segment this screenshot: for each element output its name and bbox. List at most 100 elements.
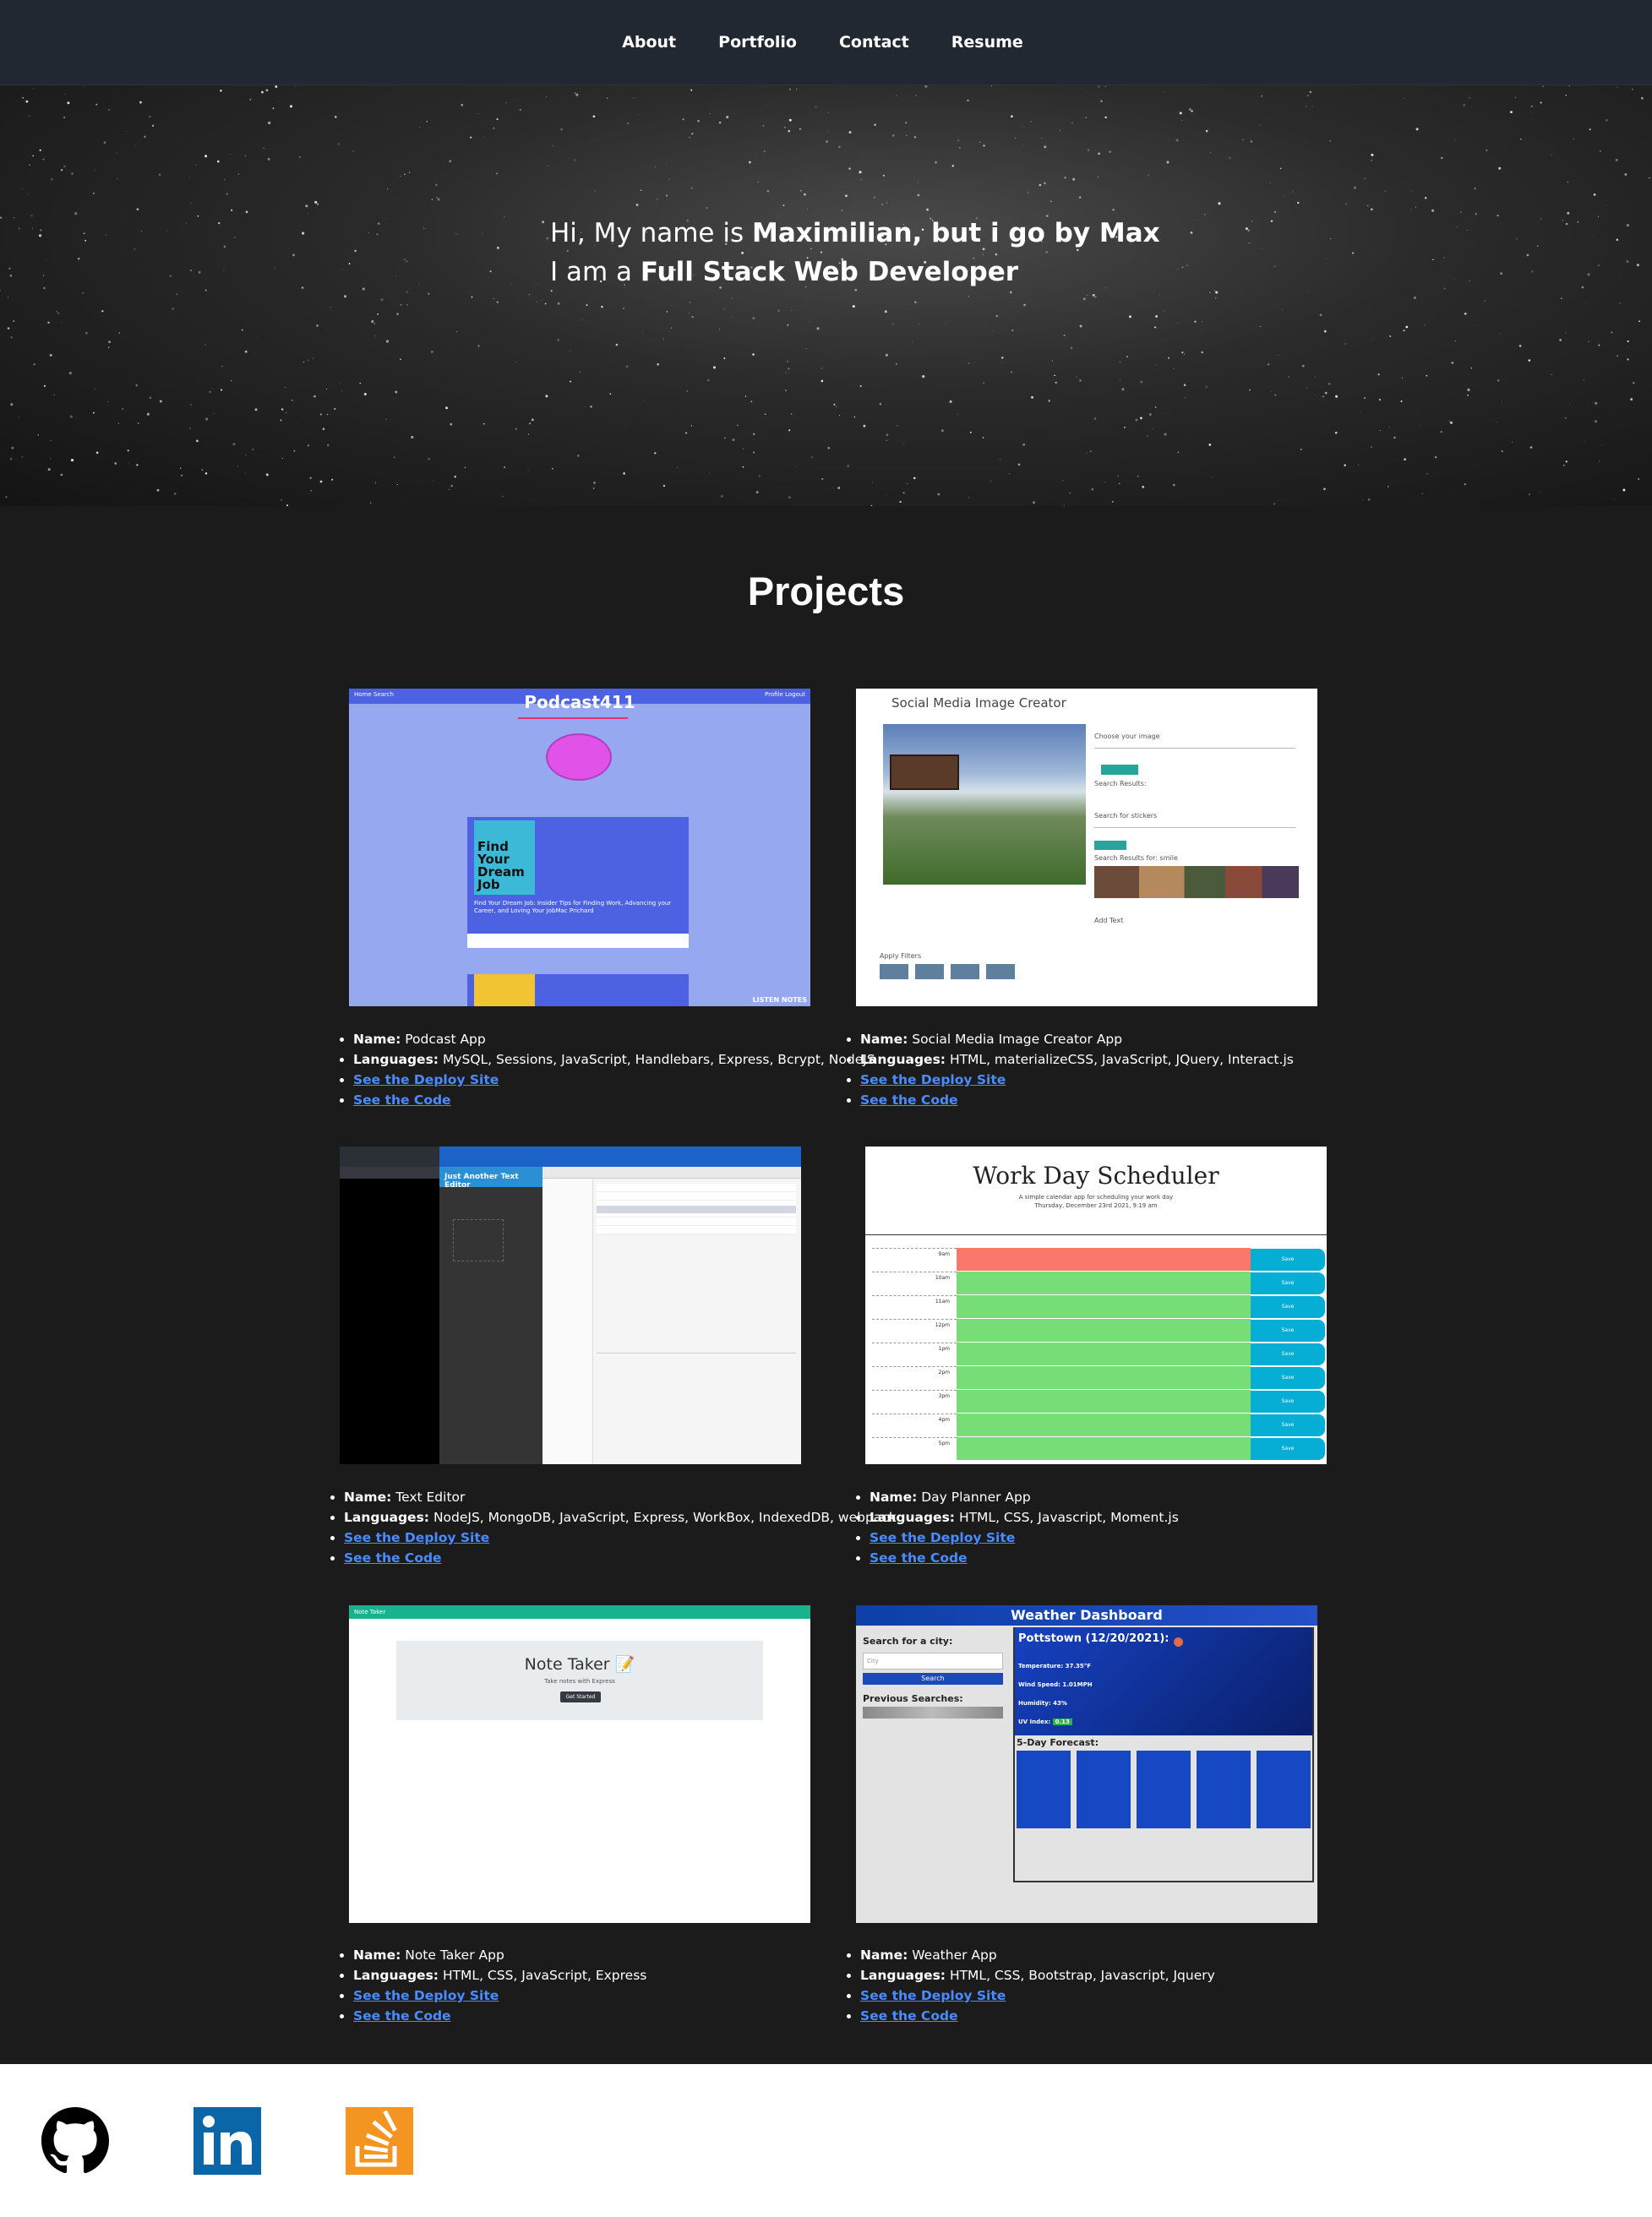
star bbox=[574, 159, 576, 161]
star bbox=[545, 96, 547, 98]
hero-banner: Hi, My name is Maximilian, but i go by M… bbox=[0, 85, 1652, 506]
star bbox=[1595, 401, 1598, 405]
deploy-site-link[interactable]: See the Deploy Site bbox=[860, 1988, 1006, 2003]
star bbox=[71, 172, 74, 175]
star bbox=[666, 194, 668, 197]
star bbox=[924, 85, 928, 88]
star bbox=[1344, 342, 1347, 345]
star bbox=[785, 389, 787, 391]
thumb-title: Social Media Image Creator bbox=[891, 695, 1066, 711]
thumb-search-button bbox=[1101, 765, 1138, 775]
star bbox=[884, 310, 887, 313]
star bbox=[1486, 149, 1488, 151]
star bbox=[609, 393, 612, 395]
deploy-site-link[interactable]: See the Deploy Site bbox=[353, 1072, 499, 1087]
star bbox=[38, 234, 42, 237]
linkedin-icon[interactable] bbox=[194, 2107, 261, 2175]
stackoverflow-icon[interactable] bbox=[346, 2107, 413, 2175]
star bbox=[83, 85, 85, 87]
star bbox=[899, 500, 902, 504]
project-thumbnail-day-planner[interactable]: Work Day Scheduler A simple calendar app… bbox=[865, 1147, 1327, 1464]
star bbox=[47, 468, 51, 471]
nav-link-resume[interactable]: Resume bbox=[930, 33, 1044, 52]
star bbox=[309, 477, 312, 480]
star bbox=[376, 233, 379, 236]
source-code-link[interactable]: See the Code bbox=[860, 2008, 958, 2024]
star bbox=[326, 444, 330, 447]
star bbox=[261, 90, 264, 94]
star bbox=[786, 360, 788, 362]
star bbox=[690, 187, 693, 189]
star bbox=[1054, 374, 1056, 377]
star bbox=[37, 434, 39, 436]
star bbox=[784, 127, 786, 128]
source-code-link[interactable]: See the Code bbox=[344, 1550, 442, 1566]
event-textarea bbox=[957, 1414, 1251, 1437]
star bbox=[1248, 242, 1250, 244]
star bbox=[212, 388, 214, 389]
star bbox=[1324, 391, 1328, 395]
source-code-link[interactable]: See the Code bbox=[353, 1092, 451, 1108]
project-name-row: Name: Note Taker App bbox=[353, 1945, 646, 1965]
star bbox=[1079, 324, 1082, 328]
source-code-link[interactable]: See the Code bbox=[870, 1550, 968, 1566]
deploy-site-link[interactable]: See the Deploy Site bbox=[353, 1988, 499, 2003]
star bbox=[1179, 112, 1182, 115]
star bbox=[1070, 346, 1073, 350]
star bbox=[1387, 486, 1389, 488]
star bbox=[11, 166, 13, 167]
thumb-get-started-button: Get Started bbox=[560, 1691, 601, 1702]
star bbox=[1309, 90, 1312, 94]
star bbox=[787, 324, 789, 326]
star bbox=[879, 403, 881, 406]
thumb-search-button-2 bbox=[1094, 841, 1126, 850]
star bbox=[852, 305, 855, 308]
star bbox=[637, 113, 639, 115]
project-thumbnail-note-taker[interactable]: Note Taker Note Taker 📝 Take notes with … bbox=[349, 1605, 810, 1923]
star bbox=[204, 289, 207, 291]
star bbox=[256, 336, 258, 338]
source-code-link[interactable]: See the Code bbox=[860, 1092, 958, 1108]
project-thumbnail-text-editor[interactable]: Just Another Text Editor bbox=[340, 1147, 801, 1464]
project-thumbnail-podcast[interactable]: Home Search Profile Logout Podcast411 Fi… bbox=[349, 689, 810, 1006]
star bbox=[1297, 201, 1300, 204]
project-thumbnail-weather[interactable]: Weather Dashboard Search for a city: Cit… bbox=[856, 1605, 1317, 1923]
star bbox=[107, 401, 109, 403]
deploy-site-link[interactable]: See the Deploy Site bbox=[860, 1072, 1006, 1087]
star bbox=[1500, 272, 1503, 275]
star bbox=[1245, 227, 1248, 231]
star bbox=[1577, 221, 1579, 223]
star bbox=[85, 331, 88, 335]
star bbox=[1402, 377, 1404, 379]
deploy-site-link[interactable]: See the Deploy Site bbox=[344, 1530, 489, 1545]
star bbox=[515, 428, 517, 430]
star bbox=[895, 362, 897, 365]
star bbox=[1434, 455, 1437, 459]
star bbox=[782, 204, 785, 207]
source-code-link[interactable]: See the Code bbox=[353, 2008, 451, 2024]
project-languages-row: Languages: MySQL, Sessions, JavaScript, … bbox=[353, 1049, 875, 1070]
star bbox=[1334, 431, 1338, 434]
nav-link-contact[interactable]: Contact bbox=[818, 33, 930, 52]
github-icon[interactable] bbox=[41, 2107, 109, 2175]
star bbox=[1274, 394, 1277, 396]
star bbox=[314, 200, 318, 204]
star bbox=[795, 466, 797, 467]
star bbox=[762, 125, 765, 127]
nav-link-about[interactable]: About bbox=[601, 33, 697, 52]
star bbox=[158, 173, 161, 177]
nav-link-portfolio[interactable]: Portfolio bbox=[697, 33, 818, 52]
deploy-site-link[interactable]: See the Deploy Site bbox=[870, 1530, 1015, 1545]
thumb-devtools-tree bbox=[542, 1179, 593, 1464]
event-textarea bbox=[957, 1272, 1251, 1295]
thumb-current-weather: Pottstown (12/20/2021): Temperature: 37.… bbox=[1015, 1627, 1312, 1735]
star bbox=[93, 192, 95, 194]
hero-line-1-prefix: Hi, My name is bbox=[550, 218, 752, 248]
star bbox=[641, 331, 643, 333]
star bbox=[682, 118, 684, 121]
star bbox=[912, 341, 913, 343]
project-thumbnail-social-media[interactable]: Social Media Image Creator Choose your i… bbox=[856, 689, 1317, 1006]
star bbox=[134, 248, 136, 250]
star bbox=[657, 198, 659, 200]
star bbox=[546, 237, 549, 240]
